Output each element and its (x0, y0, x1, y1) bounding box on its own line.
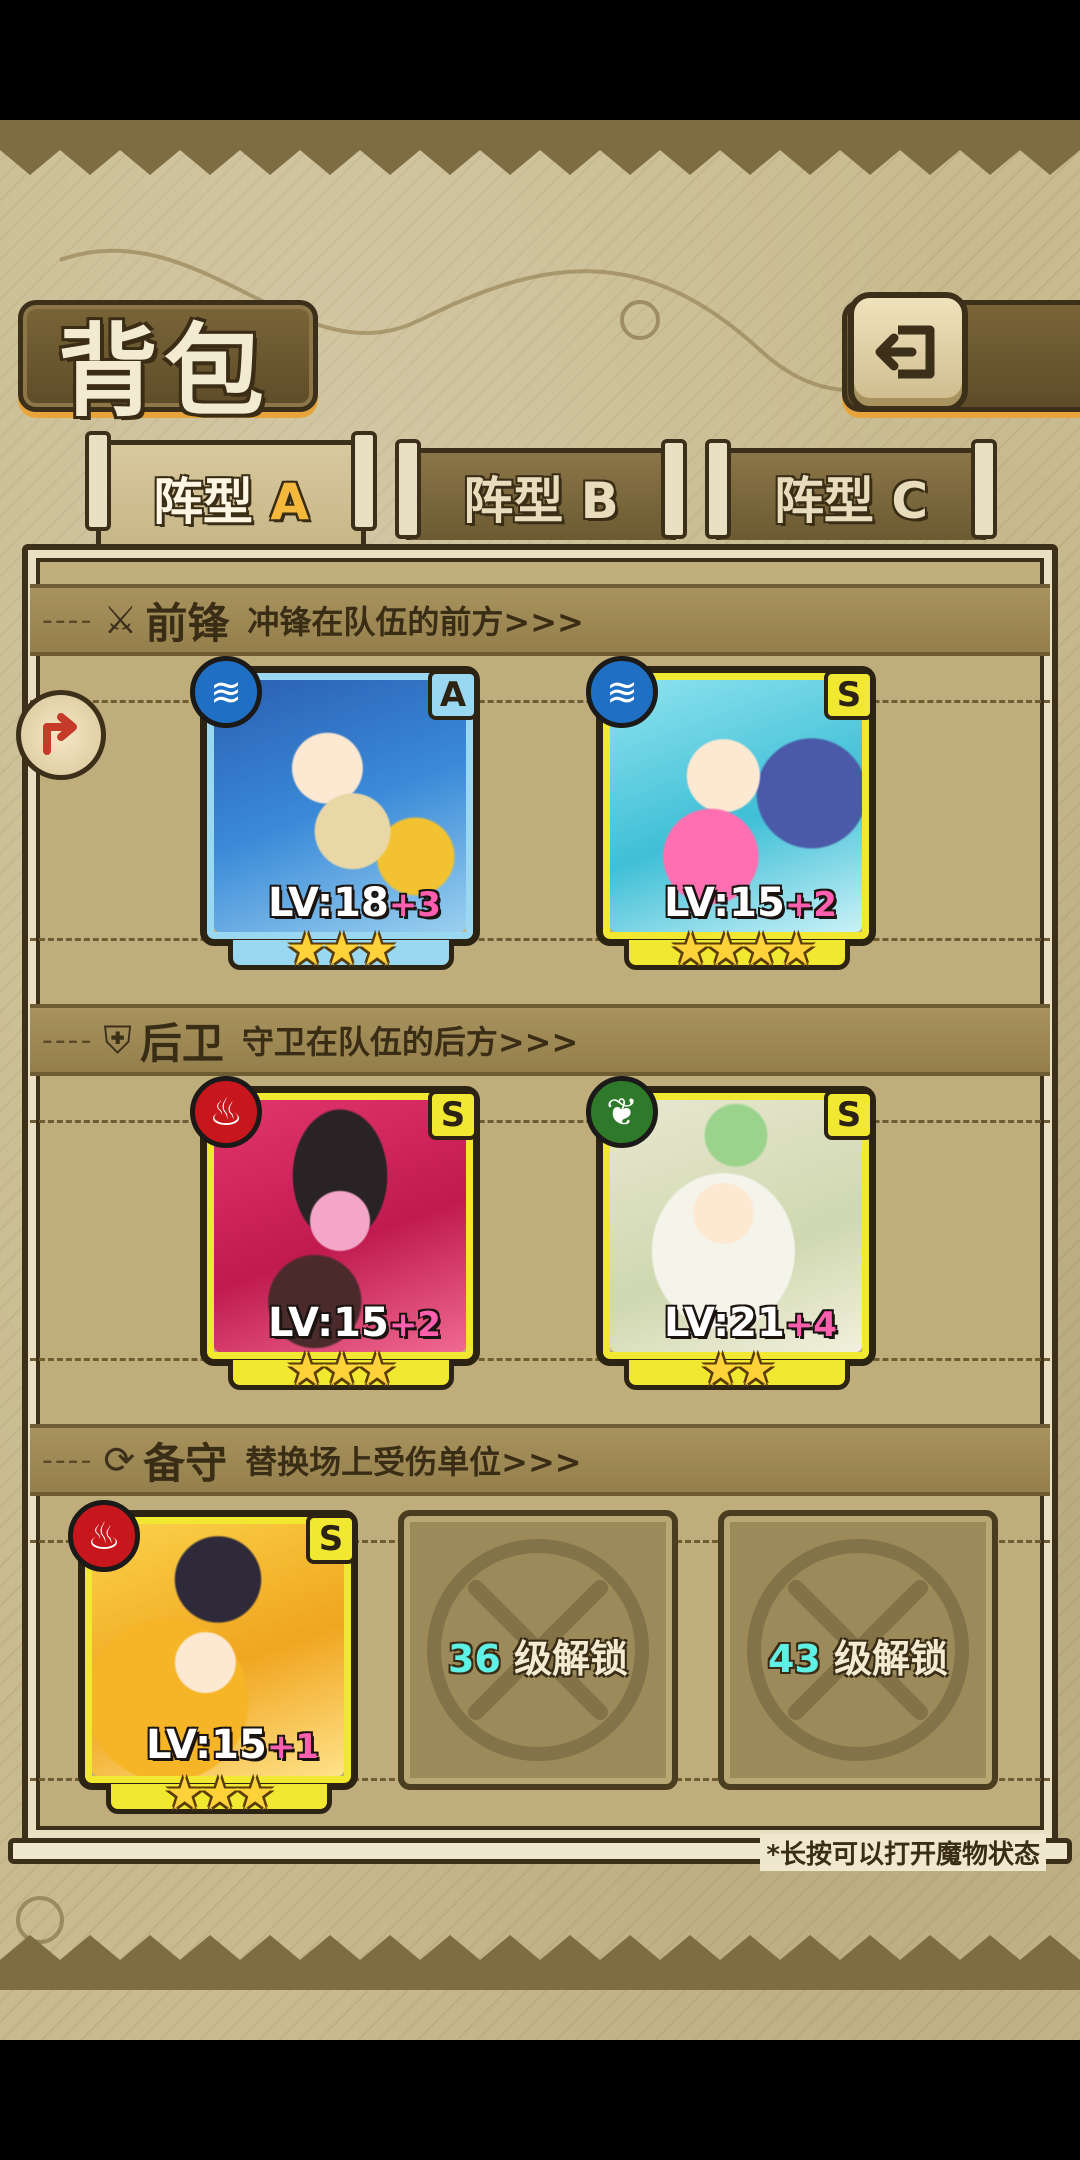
page-title: 背包 (58, 312, 270, 430)
lane-line (30, 700, 1050, 703)
lane-toggle-button[interactable] (16, 690, 106, 780)
tab-cap (351, 431, 377, 531)
tab-formation-a[interactable]: 阵型 A (85, 431, 377, 550)
tab-cap (395, 439, 421, 539)
tab-label: 阵型 B (463, 471, 619, 530)
section-header-back: ---- ⛨ 后卫 守卫在队伍的后方>>> (30, 1004, 1050, 1076)
section-header-reserve: ---- ⟳ 备守 替换场上受伤单位>>> (30, 1424, 1050, 1496)
section-subtitle: 守卫在队伍的后方>>> (241, 1023, 579, 1061)
rank-badge: S (824, 670, 874, 720)
tab-cap (85, 431, 111, 531)
section-subtitle: 冲锋在队伍的前方>>> (247, 603, 584, 641)
rank-badge: A (428, 670, 478, 720)
leaf-element-icon: ❦ (586, 1076, 658, 1148)
unit-level: LV:15+2 (268, 1300, 441, 1346)
unit-level: LV:15+2 (664, 880, 837, 926)
section-dash: ---- (42, 1022, 94, 1058)
lane-line (30, 1120, 1050, 1123)
fire-element-icon: ♨ (68, 1500, 140, 1572)
swap-arrow-icon (43, 713, 77, 755)
unit-stars: ★★★ (286, 922, 398, 976)
swap-icon: ⟳ (103, 1438, 136, 1482)
section-header-front: ---- ⚔ 前锋 冲锋在队伍的前方>>> (30, 584, 1050, 656)
shield-icon: ⛨ (103, 1017, 132, 1062)
unit-level: LV:21+4 (664, 1300, 837, 1346)
tab-label: 阵型 A (152, 472, 310, 531)
front-lane (30, 660, 1050, 941)
tab-formation-b[interactable]: 阵型 B (395, 439, 687, 540)
section-title: 前锋 (145, 598, 230, 648)
lane-line (30, 938, 1050, 941)
lane-line (30, 1358, 1050, 1361)
section-title: 备守 (143, 1438, 228, 1488)
rank-badge: S (428, 1090, 478, 1140)
back-lane (30, 1080, 1050, 1361)
locked-slot-2[interactable]: 43 级解锁 (718, 1510, 998, 1790)
rank-badge: S (306, 1514, 356, 1564)
tab-cap (971, 439, 997, 539)
fire-element-icon: ♨ (190, 1076, 262, 1148)
water-element-icon: ≋ (190, 656, 262, 728)
unit-level: LV:18+3 (268, 880, 441, 926)
section-subtitle: 替换场上受伤单位>>> (245, 1443, 582, 1481)
tab-cap (705, 439, 731, 539)
bottom-black-bar (0, 2040, 1080, 2160)
unlock-requirement: 36 级解锁 (447, 1637, 629, 1681)
unit-stars: ★★★ (164, 1766, 276, 1820)
zigzag-top-edge (0, 120, 1080, 175)
section-dash: ---- (42, 1442, 94, 1478)
unit-stars: ★★★★ (670, 922, 817, 976)
tab-cap (661, 439, 687, 539)
unit-stars: ★★ (700, 1342, 777, 1396)
water-element-icon: ≋ (586, 656, 658, 728)
locked-slot-1[interactable]: 36 级解锁 (398, 1510, 678, 1790)
tab-label: 阵型 C (773, 471, 929, 530)
unit-stars: ★★★ (286, 1342, 398, 1396)
hint-footnote: *长按可以打开魔物状态 (760, 1834, 1046, 1871)
tab-formation-c[interactable]: 阵型 C (705, 439, 997, 540)
rank-badge: S (824, 1090, 874, 1140)
back-arrow-icon (875, 325, 935, 379)
section-dash: ---- (42, 602, 94, 638)
unit-level: LV:15+1 (146, 1722, 319, 1768)
zigzag-bottom-edge (0, 1935, 1080, 1990)
top-black-bar (0, 0, 1080, 120)
unlock-requirement: 43 级解锁 (767, 1637, 949, 1681)
section-title: 后卫 (139, 1018, 224, 1068)
back-button[interactable] (848, 292, 968, 412)
sword-icon: ⚔ (103, 598, 138, 642)
